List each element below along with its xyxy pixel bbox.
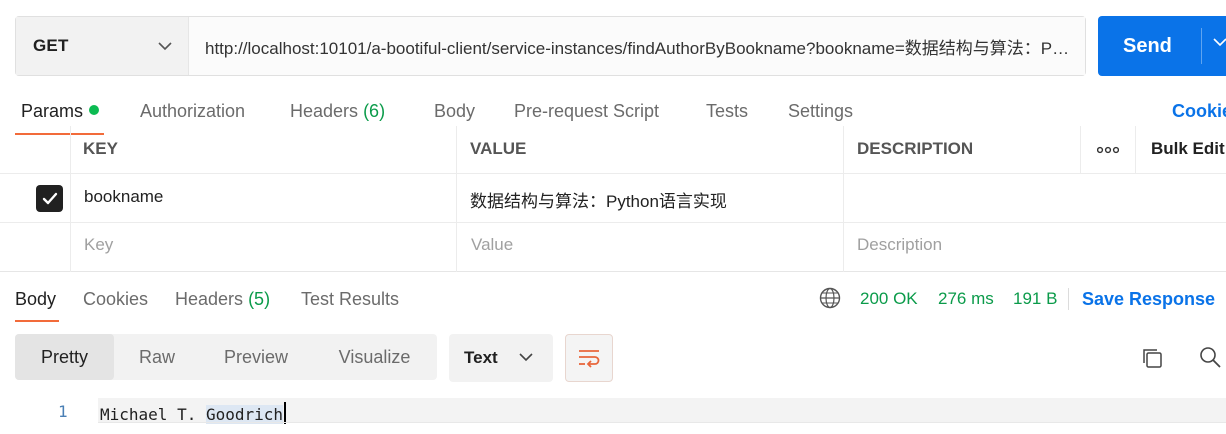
response-tab-body[interactable]: Body [15,289,56,310]
url-text: http://localhost:10101/a-bootiful-client… [205,38,1071,58]
param-key-field[interactable]: bookname [84,187,163,207]
globe-icon[interactable] [819,287,841,309]
send-label: Send [1123,34,1172,57]
column-divider [843,126,844,272]
send-button[interactable]: Send [1098,16,1226,76]
divider [1068,288,1069,310]
cookies-link[interactable]: Cookies [1172,101,1226,122]
tab-params-label: Params [21,101,84,121]
tab-headers-label: Headers [290,101,359,121]
tab-pre-request-script[interactable]: Pre-request Script [514,101,659,122]
language-label: Text [464,348,498,367]
mode-preview[interactable]: Preview [200,334,312,380]
wrap-lines-icon [579,350,600,368]
chevron-down-icon[interactable] [1213,38,1226,47]
column-divider [1135,126,1136,174]
mode-pretty[interactable]: Pretty [15,334,114,380]
tab-headers[interactable]: Headers (6) [290,101,385,122]
request-bar: GET http://localhost:10101/a-bootiful-cl… [15,16,1086,76]
copy-icon[interactable] [1140,346,1164,370]
send-divider [1201,28,1202,64]
url-input[interactable]: http://localhost:10101/a-bootiful-client… [189,17,1085,75]
param-value-field[interactable]: 数据结构与算法：Python语言实现 [470,187,727,212]
response-size[interactable]: 191 B [1013,289,1057,309]
save-response-button[interactable]: Save Response [1082,289,1215,310]
search-icon[interactable] [1198,345,1222,369]
active-response-tab-underline [15,320,59,322]
response-tab-test-results[interactable]: Test Results [301,289,399,310]
column-header-key: KEY [83,139,118,158]
response-headers-label: Headers [175,289,244,309]
table-row: bookname 数据结构与算法：Python语言实现 [0,174,1226,223]
check-icon [42,192,57,205]
mode-raw[interactable]: Raw [114,334,200,380]
response-tab-cookies[interactable]: Cookies [83,289,148,310]
response-time[interactable]: 276 ms [938,289,994,309]
wrap-lines-button[interactable] [565,334,613,382]
method-dropdown[interactable]: GET [16,17,189,75]
mode-visualize[interactable]: Visualize [312,334,437,380]
params-header-row: KEY VALUE DESCRIPTION Bulk Edit [0,126,1226,174]
response-tabs: Body Cookies Headers (5) Test Results 20… [0,284,1226,324]
more-options-icon[interactable] [1097,146,1119,154]
column-divider [456,126,457,272]
response-headers-count: (5) [248,289,271,309]
column-divider [70,126,71,272]
params-table: KEY VALUE DESCRIPTION Bulk Edit bookname… [0,126,1226,272]
chevron-down-icon [519,353,533,362]
view-mode-segment: Pretty Raw Preview Visualize [15,334,437,380]
column-header-description: DESCRIPTION [857,139,974,158]
column-header-value: VALUE [470,139,527,158]
value-placeholder-field[interactable]: Value [471,235,513,255]
headers-count: (6) [363,101,386,121]
tab-authorization[interactable]: Authorization [140,101,245,122]
method-label: GET [33,36,69,55]
description-placeholder-field[interactable]: Description [857,235,942,255]
tab-tests[interactable]: Tests [706,101,748,122]
status-code[interactable]: 200 OK [860,289,918,309]
param-enabled-checkbox[interactable] [36,185,63,212]
response-tab-headers[interactable]: Headers (5) [175,289,270,310]
response-body-editor[interactable]: 1 Michael T. Goodrich [0,398,1226,434]
column-divider [1080,126,1081,174]
table-row-empty: Key Value Description [0,223,1226,272]
key-placeholder-field[interactable]: Key [84,235,113,255]
language-select[interactable]: Text [449,334,553,382]
tab-settings[interactable]: Settings [788,101,853,122]
chevron-down-icon [158,41,172,50]
divider [98,422,1226,423]
tab-body[interactable]: Body [434,101,475,122]
params-active-dot [89,105,100,115]
text-caret [284,402,287,424]
code-line[interactable]: Michael T. Goodrich [100,402,287,424]
line-number: 1 [58,402,68,421]
bulk-edit-button[interactable]: Bulk Edit [1151,139,1225,159]
tab-params[interactable]: Params [21,101,100,122]
